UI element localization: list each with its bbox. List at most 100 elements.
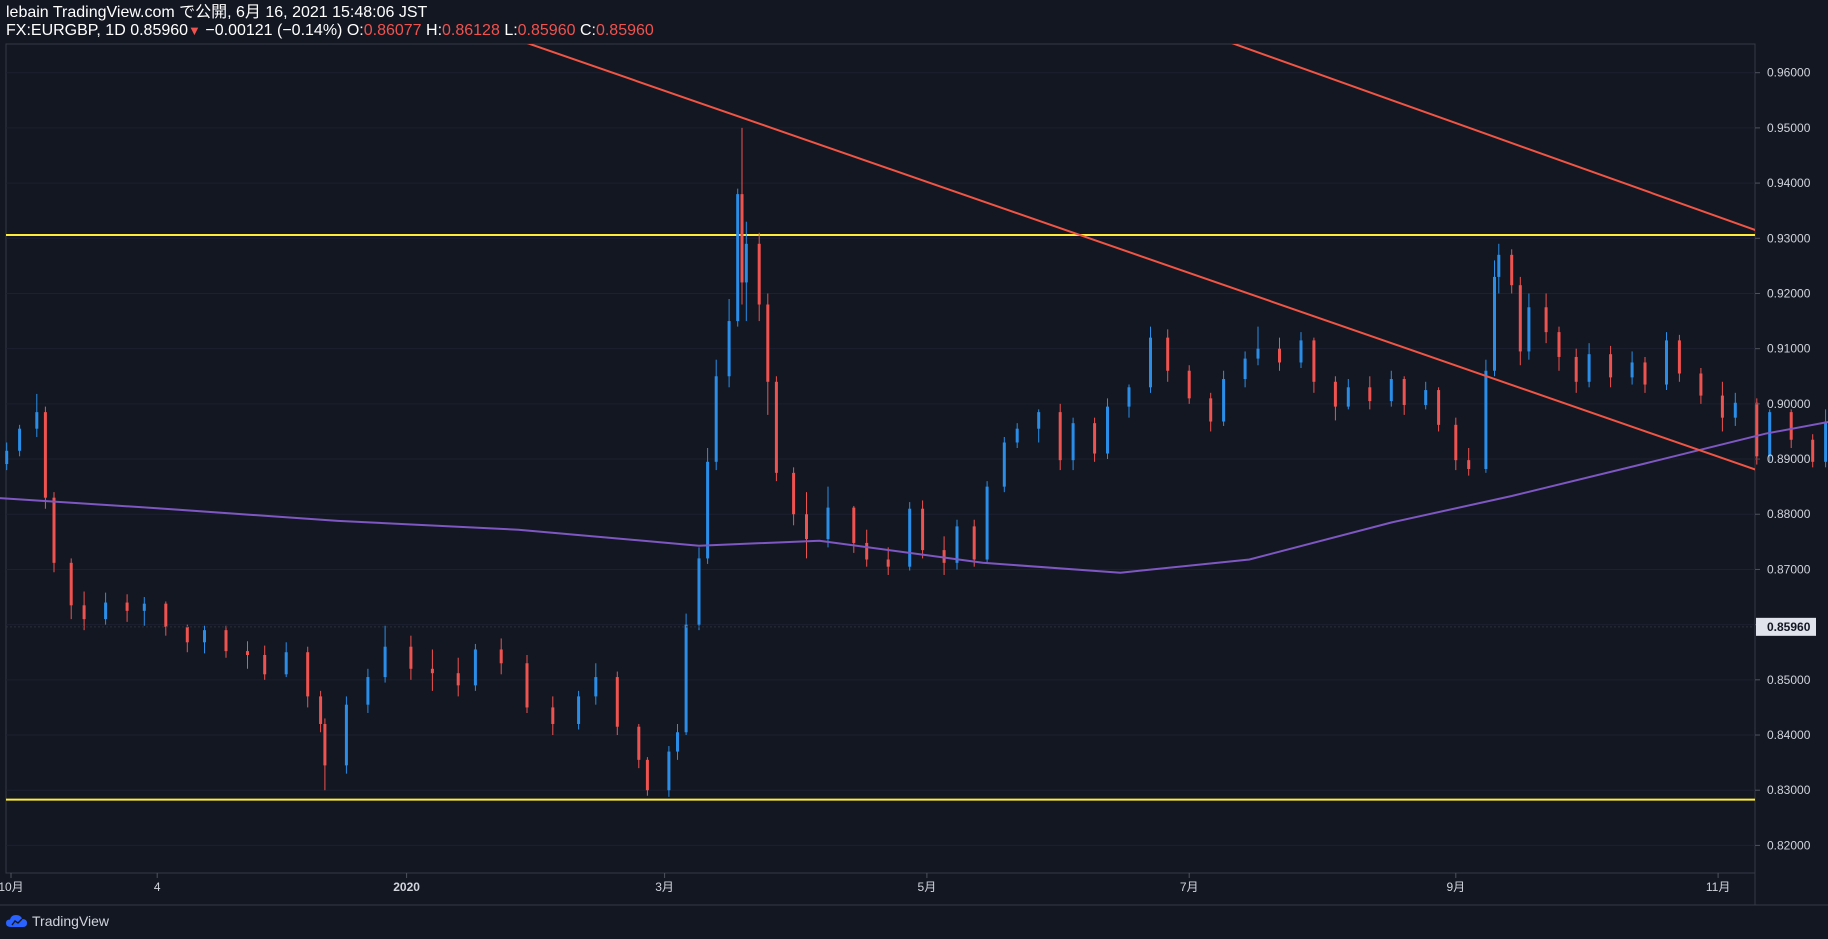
candle-body — [1149, 337, 1152, 388]
candle-body — [52, 497, 56, 563]
candle-body — [1733, 402, 1737, 418]
candle-body — [1643, 362, 1647, 385]
candle-body — [766, 304, 770, 382]
candle-body — [306, 652, 310, 697]
time-axis[interactable]: 10月420203月5月7月9月11月20213月5月7月9月 — [0, 873, 1828, 894]
candle-body — [383, 646, 387, 678]
candle-body — [1058, 412, 1062, 461]
y-tick-label: 0.89000 — [1767, 452, 1811, 466]
price-chart[interactable]: 0.96000 0.95000 0.94000 0.93000 0.92000 0.910… — [0, 0, 1828, 939]
candle-body — [727, 321, 731, 377]
candle-body — [1346, 387, 1350, 407]
candle-body — [1424, 390, 1428, 405]
y-tick-label: 0.94000 — [1767, 176, 1811, 190]
candle-body — [1389, 379, 1393, 402]
candle-body — [826, 507, 830, 540]
candle-body — [1497, 254, 1501, 277]
candle-body — [1493, 276, 1496, 371]
candle-body — [805, 514, 808, 540]
y-tick-label: 0.87000 — [1767, 562, 1811, 576]
candle-body — [1166, 337, 1170, 371]
candle-body — [615, 677, 619, 727]
open-value: 0.86077 — [363, 22, 422, 39]
brand-label: TradingView — [32, 913, 110, 929]
candle-body — [1222, 379, 1226, 422]
candle-body — [921, 508, 925, 551]
candle-body — [344, 704, 348, 766]
price-axis[interactable]: 0.96000 0.95000 0.94000 0.93000 0.92000 0.910… — [1755, 66, 1811, 853]
candle-body — [774, 381, 778, 473]
x-tick-label: 11月 — [1706, 880, 1730, 894]
low-label: L: — [504, 22, 518, 39]
candle-body — [1402, 379, 1406, 405]
candle-body — [1824, 421, 1828, 462]
low-value: 0.85960 — [517, 22, 576, 39]
candle-body — [1454, 424, 1458, 461]
candle-body — [1789, 412, 1793, 440]
candle-body — [1243, 358, 1247, 380]
x-tick-label: 3月 — [655, 880, 674, 894]
horizontal-levels[interactable] — [6, 233, 1755, 801]
moving-average — [0, 420, 1828, 574]
candle-body — [1811, 439, 1815, 462]
x-tick-label: 9月 — [1446, 880, 1465, 894]
candle-body — [18, 428, 22, 451]
y-tick-label: 0.88000 — [1767, 507, 1811, 521]
candle-body — [886, 559, 890, 567]
candle-body — [1106, 406, 1109, 454]
change-value: −0.00121 (−0.14%) — [205, 22, 343, 39]
candle-body — [1312, 340, 1316, 382]
candle-body — [246, 651, 249, 655]
candle-body — [1037, 412, 1041, 429]
candle-body — [1209, 398, 1213, 422]
y-tick-label: 0.82000 — [1767, 838, 1811, 852]
last-price-label: 0.85960 — [1767, 620, 1811, 634]
y-tick-label: 0.91000 — [1767, 342, 1811, 356]
candle-body — [1557, 332, 1561, 357]
candle-body — [1630, 362, 1634, 378]
candle-body — [104, 602, 108, 620]
candle-body — [142, 603, 146, 611]
ohlc-legend: FX:EURGBP, 1D 0.85960▼ −0.00121 (−0.14%)… — [6, 22, 654, 40]
candle-body — [1093, 423, 1097, 454]
candle-body — [1278, 348, 1281, 363]
candle-body — [1015, 428, 1019, 443]
candle-body — [1437, 390, 1441, 425]
x-tick-label: 4 — [154, 880, 161, 894]
candle-body — [5, 450, 9, 465]
candle-body — [1677, 340, 1681, 374]
candle-body — [1720, 395, 1724, 418]
plot-border — [5, 43, 1756, 874]
candle-body — [43, 412, 47, 498]
high-value: 0.86128 — [442, 22, 500, 39]
chart-legend: lebain TradingView.com で公開, 6月 16, 2021 … — [6, 4, 654, 40]
candle-body — [456, 673, 460, 686]
candle-body — [1333, 381, 1337, 407]
candle-body — [284, 652, 288, 675]
candle-body — [714, 376, 718, 462]
close-label: C: — [579, 22, 596, 39]
open-label: O: — [346, 22, 364, 39]
candle-body — [1574, 356, 1578, 382]
candle-body — [594, 677, 598, 697]
candle-body — [473, 649, 477, 686]
candle-body — [430, 668, 434, 674]
candle-body — [323, 723, 327, 766]
candle-body — [792, 472, 796, 515]
symbol-label[interactable]: FX:EURGBP, 1D — [6, 22, 126, 39]
candle-body — [1510, 254, 1514, 286]
candle-body — [82, 605, 86, 620]
candle-body — [1187, 370, 1191, 399]
y-tick-label: 0.84000 — [1767, 728, 1811, 742]
candle-body — [865, 542, 869, 560]
watermark[interactable]: TradingView — [6, 910, 109, 932]
candle-body — [577, 696, 581, 724]
candle-body — [1699, 373, 1703, 396]
candle-body — [366, 677, 370, 705]
y-tick-label: 0.93000 — [1767, 231, 1811, 245]
candle-body — [409, 646, 413, 669]
candle-body — [706, 461, 710, 559]
last-value: 0.85960 — [130, 22, 189, 39]
down-arrow-icon: ▼ — [188, 23, 201, 38]
y-tick-label: 0.83000 — [1767, 783, 1811, 797]
